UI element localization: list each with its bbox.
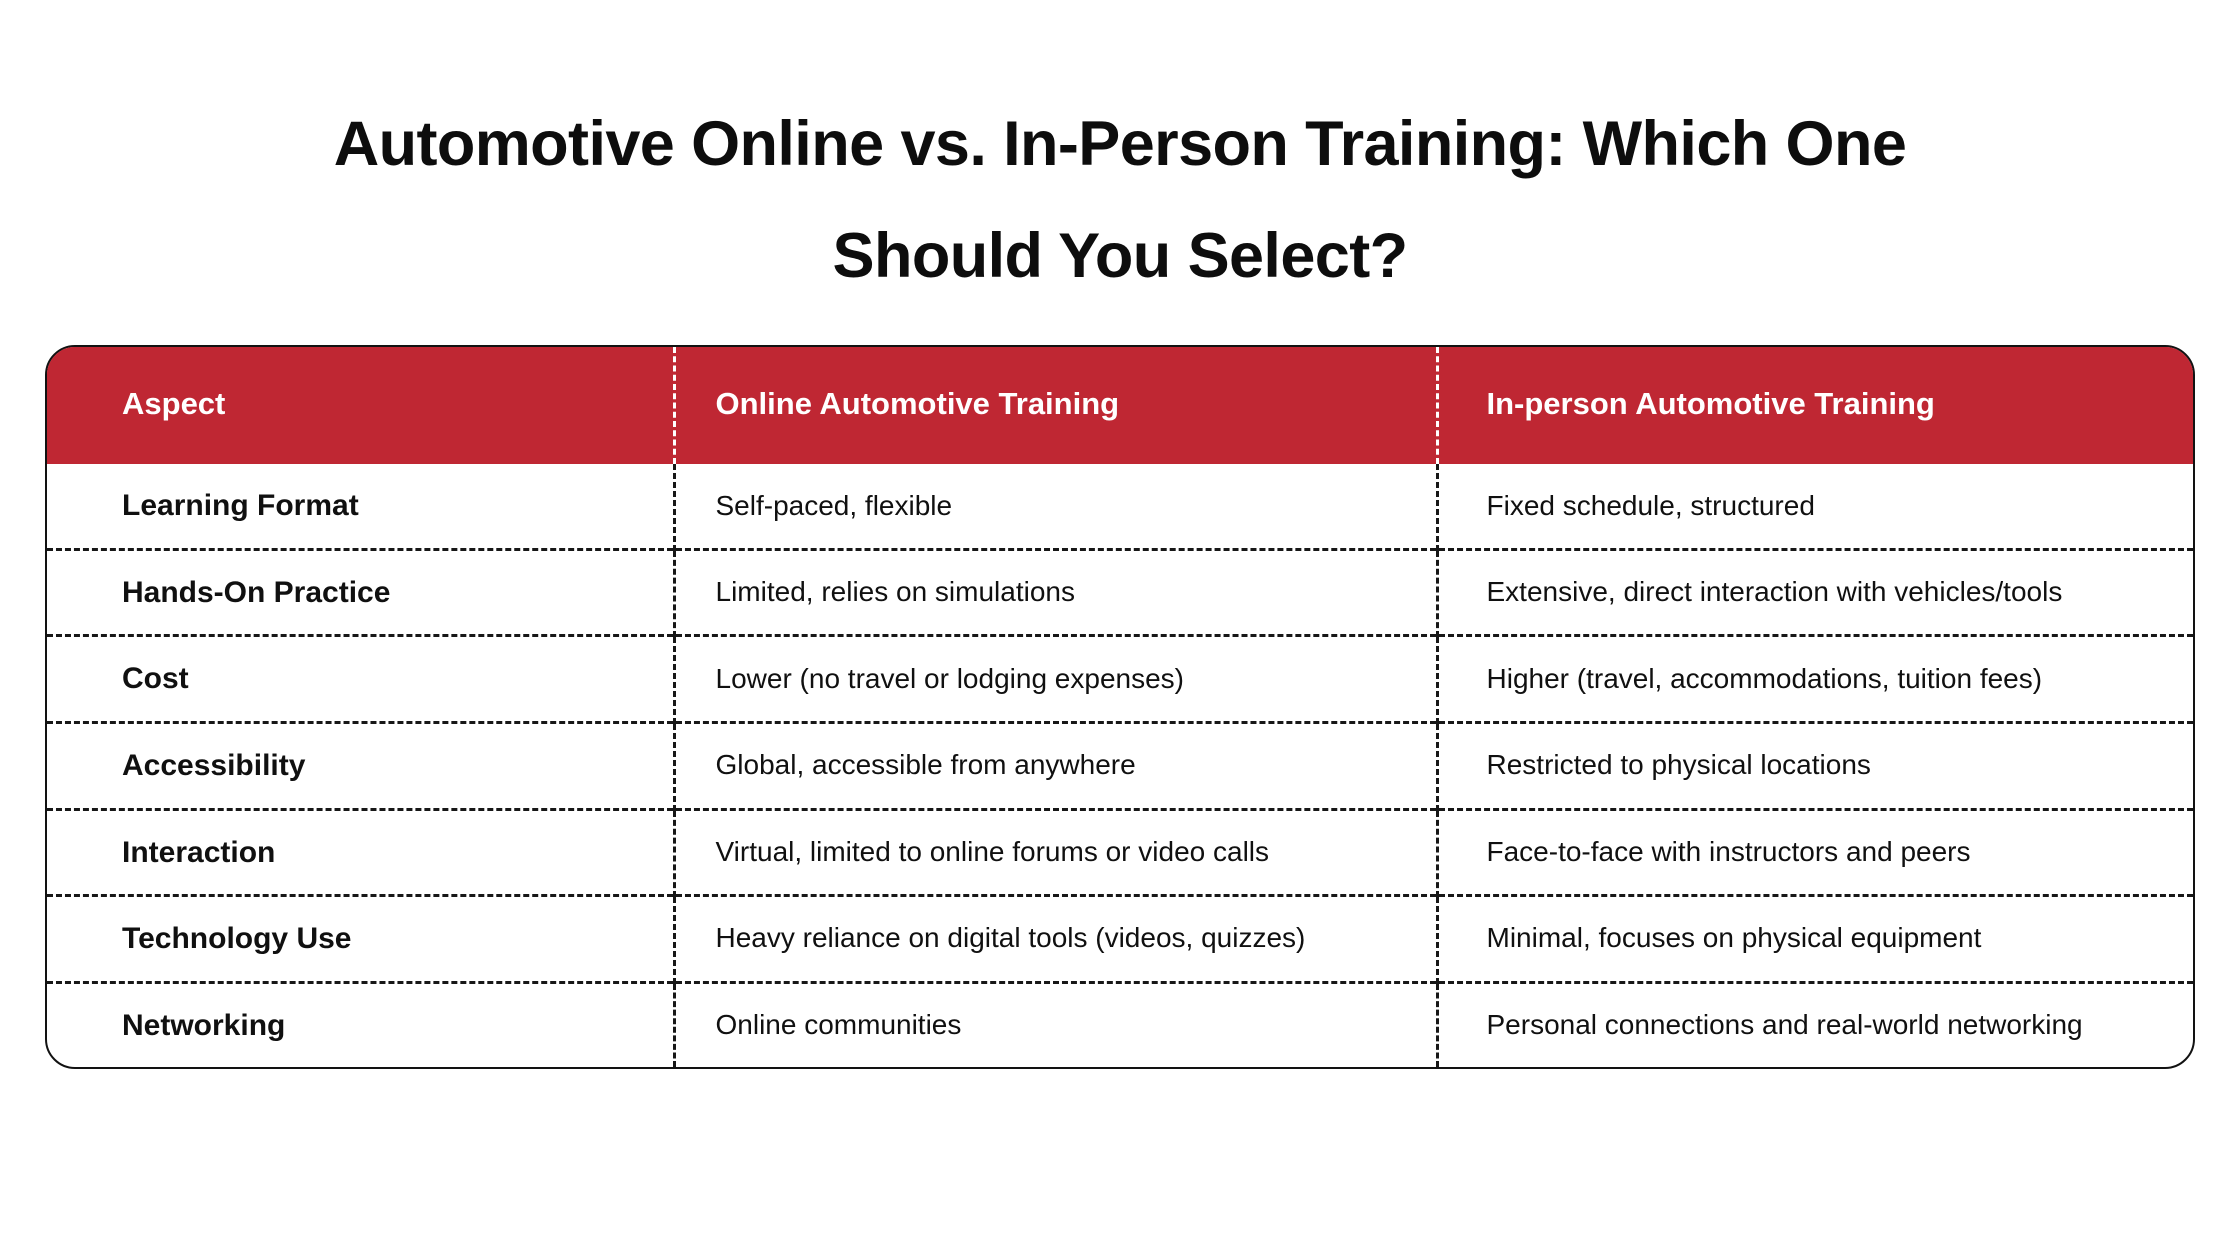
- cell-inperson: Minimal, focuses on physical equipment: [1435, 894, 2193, 983]
- cell-aspect: Cost: [47, 634, 674, 723]
- column-header-inperson: In-person Automotive Training: [1435, 347, 2193, 465]
- cell-inperson: Higher (travel, accommodations, tuition …: [1435, 634, 2193, 723]
- table-row: Interaction Virtual, limited to online f…: [47, 807, 2193, 896]
- comparison-table-page: Automotive Online vs. In-Person Training…: [0, 0, 2240, 1260]
- page-title: Automotive Online vs. In-Person Training…: [150, 88, 2090, 312]
- cell-online: Self-paced, flexible: [672, 464, 1437, 550]
- table-header-row: Aspect Online Automotive Training In-per…: [47, 347, 2193, 465]
- cell-online: Lower (no travel or lodging expenses): [672, 634, 1437, 723]
- page-title-line-2: Should You Select?: [832, 221, 1409, 291]
- cell-online: Virtual, limited to online forums or vid…: [672, 807, 1437, 896]
- column-header-online: Online Automotive Training: [672, 347, 1437, 465]
- cell-online: Limited, relies on simulations: [672, 547, 1437, 636]
- cell-inperson: Face-to-face with instructors and peers: [1435, 807, 2193, 896]
- cell-online: Heavy reliance on digital tools (videos,…: [672, 894, 1437, 983]
- cell-inperson: Personal connections and real-world netw…: [1435, 980, 2193, 1068]
- column-header-aspect: Aspect: [47, 347, 674, 465]
- page-title-line-1: Automotive Online vs. In-Person Training…: [333, 109, 1907, 179]
- table-row: Hands-On Practice Limited, relies on sim…: [47, 547, 2193, 636]
- cell-aspect: Accessibility: [47, 720, 674, 810]
- table-row: Cost Lower (no travel or lodging expense…: [47, 634, 2193, 723]
- cell-online: Global, accessible from anywhere: [672, 720, 1437, 810]
- table-row: Accessibility Global, accessible from an…: [47, 720, 2193, 810]
- cell-aspect: Networking: [47, 980, 674, 1068]
- cell-aspect: Learning Format: [122, 489, 359, 523]
- cell-inperson: Extensive, direct interaction with vehic…: [1435, 547, 2193, 636]
- comparison-table: Aspect Online Automotive Training In-per…: [47, 347, 2193, 1068]
- cell-aspect: Technology Use: [47, 894, 674, 983]
- cell-online: Online communities: [672, 980, 1437, 1068]
- table-row: Technology Use Heavy reliance on digital…: [47, 894, 2193, 983]
- comparison-table-container: Aspect Online Automotive Training In-per…: [45, 345, 2195, 1070]
- table-row: Networking Online communities Personal c…: [47, 980, 2193, 1068]
- cell-aspect: Hands-On Practice: [47, 547, 674, 636]
- table-row: Learning Format Self-paced, flexible Fix…: [47, 464, 2193, 550]
- table-body: Learning Format Self-paced, flexible Fix…: [47, 464, 2193, 1068]
- cell-inperson: Restricted to physical locations: [1435, 720, 2193, 810]
- table-header: Aspect Online Automotive Training In-per…: [47, 347, 2193, 465]
- cell-inperson: Fixed schedule, structured: [1435, 464, 2193, 550]
- cell-aspect: Interaction: [47, 807, 674, 896]
